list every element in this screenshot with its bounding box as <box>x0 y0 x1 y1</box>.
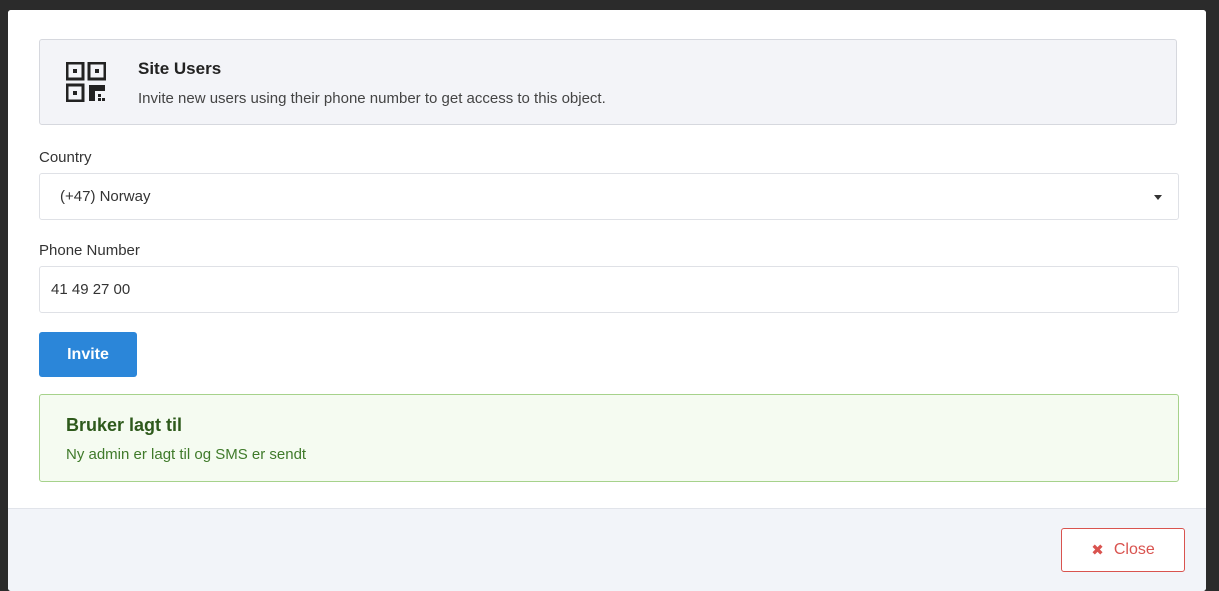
alert-message: Ny admin er lagt til og SMS er sendt <box>66 446 307 463</box>
panel-description: Invite new users using their phone numbe… <box>138 90 606 107</box>
close-button-label: Close <box>1113 541 1155 558</box>
country-select[interactable]: (+47) Norway <box>39 173 1179 220</box>
phone-label: Phone Number <box>39 242 140 259</box>
modal-footer: ✖ Close <box>8 508 1206 591</box>
site-users-modal: Site Users Invite new users using their … <box>8 10 1206 591</box>
caret-down-icon <box>1154 195 1162 200</box>
close-button[interactable]: ✖ Close <box>1061 528 1185 572</box>
modal-body: Site Users Invite new users using their … <box>8 10 1206 508</box>
success-alert: Bruker lagt til Ny admin er lagt til og … <box>39 394 1179 482</box>
panel-title: Site Users <box>138 59 222 78</box>
country-selected-value: (+47) Norway <box>60 188 151 205</box>
info-header: Site Users Invite new users using their … <box>39 39 1177 125</box>
invite-button[interactable]: Invite <box>39 332 137 377</box>
close-icon: ✖ <box>1091 541 1104 559</box>
phone-number-input[interactable] <box>39 266 1179 313</box>
qr-code-icon <box>66 62 106 102</box>
alert-title: Bruker lagt til <box>66 415 183 435</box>
country-label: Country <box>39 149 92 166</box>
